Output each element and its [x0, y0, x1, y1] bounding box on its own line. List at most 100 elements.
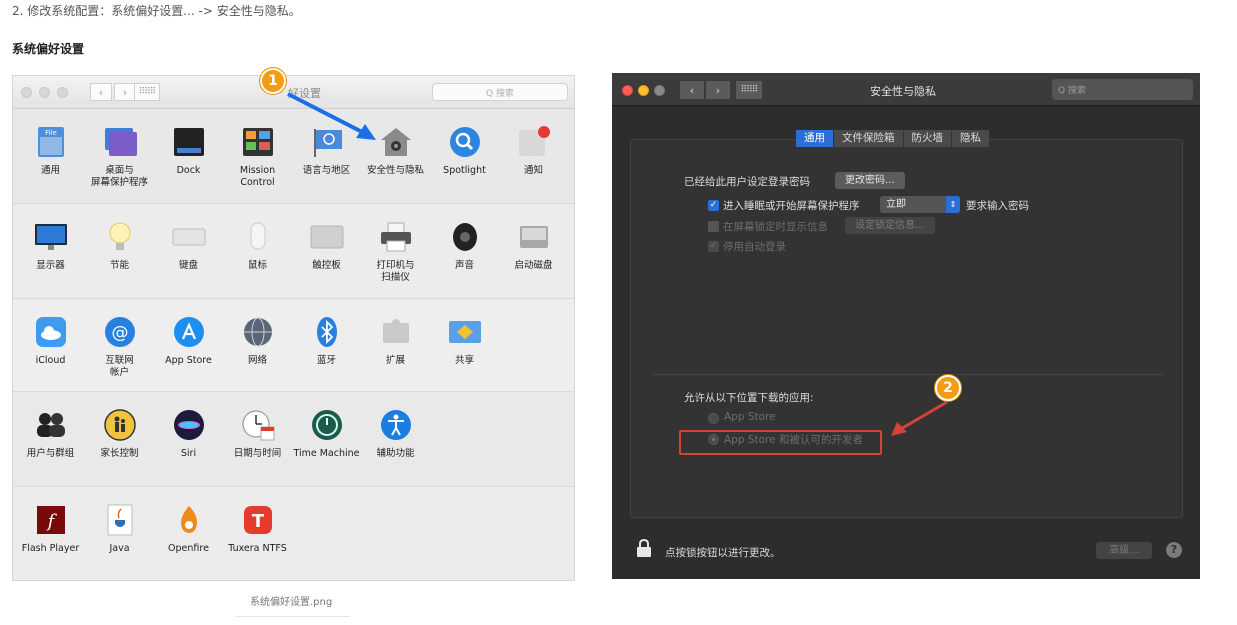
- parental-controls-icon: [103, 408, 137, 442]
- show-all-grid-button[interactable]: ⠿⠿⠿: [134, 83, 160, 101]
- tab-privacy[interactable]: 隐私: [952, 130, 990, 147]
- preference-row-system: 用户与群组 家长控制 Siri 日期与时间 Time Machine 辅助功能: [13, 392, 574, 487]
- pane-mouse[interactable]: 鼠标: [223, 204, 292, 298]
- trackpad-icon: [310, 220, 344, 254]
- mission-control-icon: [241, 125, 275, 159]
- pane-notifications[interactable]: 通知: [499, 109, 568, 203]
- svg-text:@: @: [111, 323, 128, 343]
- pointer-arrow-1-icon: [287, 92, 376, 140]
- pane-label: iCloud: [35, 355, 66, 366]
- pane-time-machine[interactable]: Time Machine: [292, 392, 361, 486]
- siri-icon: [172, 408, 206, 442]
- minimize-dot-icon[interactable]: [638, 85, 649, 96]
- pane-label: 互联网 帐户: [105, 355, 134, 378]
- forward-button[interactable]: ›: [114, 83, 136, 101]
- tab-firewall[interactable]: 防火墙: [903, 130, 952, 147]
- search-input[interactable]: Q 搜索: [1052, 79, 1193, 100]
- back-button[interactable]: ‹: [680, 81, 704, 99]
- pointer-arrow-2-icon: [891, 400, 948, 436]
- pane-tuxera-ntfs[interactable]: T Tuxera NTFS: [223, 487, 292, 580]
- tuxera-icon: T: [241, 503, 275, 537]
- step-instruction: 2. 修改系统配置：系统偏好设置... -> 安全性与隐私。: [12, 4, 301, 18]
- pane-general[interactable]: File 通用: [16, 109, 85, 203]
- icloud-icon: [34, 315, 68, 349]
- spotlight-icon: [448, 125, 482, 159]
- pane-extensions[interactable]: 扩展: [361, 299, 430, 391]
- pane-label: Openfire: [168, 543, 209, 554]
- zoom-dot-icon[interactable]: [57, 87, 68, 98]
- svg-text:T: T: [251, 511, 264, 532]
- pane-bluetooth[interactable]: 蓝牙: [292, 299, 361, 391]
- pane-app-store[interactable]: App Store: [154, 299, 223, 391]
- pane-label: Mission Control: [239, 165, 276, 188]
- pane-java[interactable]: Java: [85, 487, 154, 580]
- pane-label: 触控板: [312, 260, 341, 271]
- close-dot-icon[interactable]: [21, 87, 32, 98]
- mouse-icon: [241, 220, 275, 254]
- preference-row-other: f Flash Player Java Openfire T Tuxera NT…: [13, 487, 574, 580]
- back-button[interactable]: ‹: [90, 83, 112, 101]
- pane-label: 显示器: [36, 260, 65, 271]
- pane-trackpad[interactable]: 触控板: [292, 204, 361, 298]
- pane-label: 辅助功能: [376, 448, 415, 459]
- pane-label: Siri: [180, 448, 197, 459]
- java-icon: [103, 503, 137, 537]
- general-icon: File: [34, 125, 68, 159]
- pane-siri[interactable]: Siri: [154, 392, 223, 486]
- pane-label: Flash Player: [21, 543, 80, 554]
- require-password-text: 要求输入密码: [966, 200, 1029, 212]
- energy-bulb-icon: [103, 220, 137, 254]
- require-password-delay-select[interactable]: 立即 ⇕: [880, 196, 960, 213]
- security-house-icon: [379, 125, 413, 159]
- pane-desktop[interactable]: 桌面与 屏幕保护程序: [85, 109, 154, 203]
- pane-label: Time Machine: [293, 448, 360, 459]
- set-lock-message-button[interactable]: 设定锁定信息...: [845, 217, 935, 234]
- preference-row-hardware: 显示器 节能 键盘 鼠标 触控板 打印机与 扫描仪 声音 启动磁盘: [13, 204, 574, 299]
- pane-keyboard[interactable]: 键盘: [154, 204, 223, 298]
- close-dot-icon[interactable]: [622, 85, 633, 96]
- tab-general[interactable]: 通用: [796, 130, 834, 147]
- pane-icloud[interactable]: iCloud: [16, 299, 85, 391]
- pane-displays[interactable]: 显示器: [16, 204, 85, 298]
- change-password-button[interactable]: 更改密码...: [835, 172, 905, 189]
- tab-filevault[interactable]: 文件保险箱: [834, 130, 904, 147]
- pane-sound[interactable]: 声音: [430, 204, 499, 298]
- require-password-checkbox[interactable]: ✓: [708, 200, 719, 211]
- zoom-dot-icon[interactable]: [654, 85, 665, 96]
- pane-printers[interactable]: 打印机与 扫描仪: [361, 204, 430, 298]
- pane-label: Tuxera NTFS: [228, 543, 287, 554]
- pane-spotlight[interactable]: Spotlight: [430, 109, 499, 203]
- display-icon: [34, 220, 68, 254]
- printer-icon: [379, 220, 413, 254]
- show-all-grid-button[interactable]: ⠿⠿⠿: [736, 81, 762, 99]
- advanced-button[interactable]: 高级...: [1096, 542, 1152, 559]
- pane-date-time[interactable]: 日期与时间: [223, 392, 292, 486]
- pane-dock[interactable]: Dock: [154, 109, 223, 203]
- disable-autologin-checkbox[interactable]: ✓: [708, 241, 719, 252]
- highlight-box: [679, 430, 882, 455]
- desktop-icon: [103, 125, 137, 159]
- speaker-icon: [448, 220, 482, 254]
- lock-message-checkbox[interactable]: [708, 221, 719, 232]
- minimize-dot-icon[interactable]: [39, 87, 50, 98]
- users-icon: [34, 408, 68, 442]
- pane-energy-saver[interactable]: 节能: [85, 204, 154, 298]
- pane-internet-accounts[interactable]: @ 互联网 帐户: [85, 299, 154, 391]
- pane-sharing[interactable]: 共享: [430, 299, 499, 391]
- help-button[interactable]: ?: [1166, 542, 1182, 558]
- lock-icon[interactable]: [636, 539, 652, 557]
- pane-flash-player[interactable]: f Flash Player: [16, 487, 85, 580]
- pane-label: 扩展: [385, 355, 405, 366]
- pane-openfire[interactable]: Openfire: [154, 487, 223, 580]
- pane-network[interactable]: 网络: [223, 299, 292, 391]
- search-input[interactable]: Q 搜索: [432, 83, 568, 101]
- sleep-checkbox-label: 进入睡眠或开始屏幕保护程序: [723, 200, 860, 212]
- allow-apps-title: 允许从以下位置下载的应用:: [684, 392, 814, 404]
- pane-accessibility[interactable]: 辅助功能: [361, 392, 430, 486]
- pane-users-groups[interactable]: 用户与群组: [16, 392, 85, 486]
- section-title: 系统偏好设置: [12, 42, 85, 56]
- pane-parental-controls[interactable]: 家长控制: [85, 392, 154, 486]
- forward-button[interactable]: ›: [706, 81, 730, 99]
- radio-app-store[interactable]: [708, 413, 719, 424]
- pane-startup-disk[interactable]: 启动磁盘: [499, 204, 568, 298]
